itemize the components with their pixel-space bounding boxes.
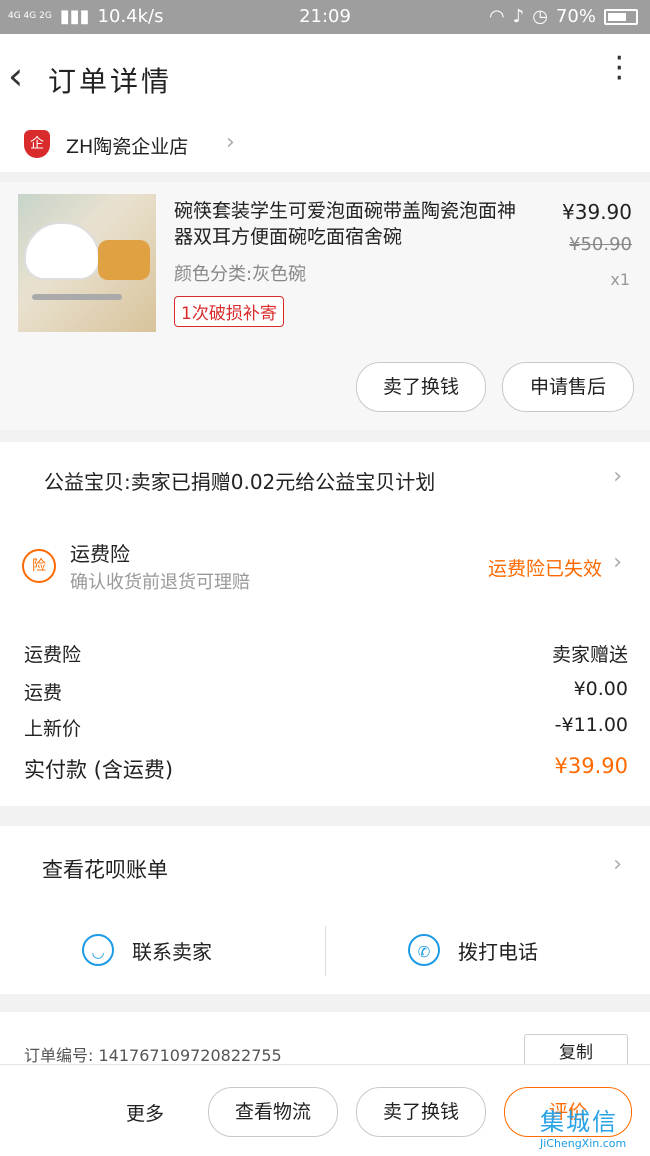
insurance-status: 运费险已失效: [487, 558, 602, 580]
insurance-subtitle: 确认收货前退货可理赔: [70, 572, 250, 593]
shop-logo-icon: 企: [24, 130, 50, 158]
fee-label: 运费险: [24, 644, 82, 666]
page-title: 订单详情: [48, 65, 173, 98]
fee-label: 上新价: [24, 718, 82, 740]
total-value: ¥39.90: [554, 754, 628, 778]
insurance-icon: 险: [22, 549, 56, 583]
fee-value: 卖家赠送: [551, 644, 628, 666]
product-card[interactable]: 碗筷套装学生可爱泡面碗带盖陶瓷泡面神器双耳方便面碗吃面宿舍碗 ¥39.90 ¥5…: [0, 182, 650, 430]
after-sales-button[interactable]: 申请售后: [502, 362, 634, 412]
product-sku: 颜色分类:灰色碗: [174, 264, 307, 285]
charity-text: 公益宝贝:卖家已捐赠0.02元给公益宝贝计划: [44, 470, 436, 494]
huabei-bill-row[interactable]: 查看花呗账单 ›: [0, 826, 650, 908]
resell-button[interactable]: 卖了换钱: [356, 362, 486, 412]
alarm-icon: ◷: [532, 6, 548, 27]
product-original-price: ¥50.90: [569, 234, 632, 255]
shop-row[interactable]: 企 ZH陶瓷企业店 ›: [0, 118, 650, 172]
battery-icon: [604, 8, 638, 25]
chevron-right-icon: ›: [613, 464, 622, 489]
app-header: ‹ 订单详情 · · ·: [0, 34, 650, 119]
contact-seller-label: 联系卖家: [132, 939, 212, 964]
service-tag: 1次破损补寄: [174, 296, 284, 327]
status-bar: 4G 4G 2G ▮▮▮ 10.4k/s 21:09 ◠ ♪ ◷ 70%: [0, 0, 650, 34]
total-label: 实付款 (含运费): [24, 758, 174, 782]
more-button[interactable]: 更多: [126, 1099, 164, 1126]
huabei-text: 查看花呗账单: [42, 858, 168, 882]
total-row: 实付款 (含运费) ¥39.90: [24, 754, 628, 784]
headset-icon: ◠: [489, 6, 505, 27]
order-number-label: 订单编号:: [24, 1046, 94, 1065]
chat-icon: ◡: [82, 934, 114, 966]
order-number: 订单编号: 141767109720822755: [24, 1042, 282, 1066]
back-arrow-icon[interactable]: ‹: [8, 54, 23, 98]
fee-row: 运费险 卖家赠送: [24, 640, 628, 667]
watermark: 集城信 JiChengXin.com: [540, 1102, 640, 1150]
call-label: 拨打电话: [458, 939, 538, 964]
fee-row: 上新价 -¥11.00: [24, 714, 628, 741]
fee-summary: 运费险 卖家赠送 运费 ¥0.00 上新价 -¥11.00 实付款 (含运费) …: [0, 612, 650, 806]
battery-percent: 70%: [555, 6, 596, 27]
divider: [325, 926, 326, 976]
order-number-row: 订单编号: 141767109720822755 复制: [0, 1012, 650, 1072]
watermark-brand: 集城信: [540, 1108, 618, 1136]
product-title: 碗筷套装学生可爱泡面碗带盖陶瓷泡面神器双耳方便面碗吃面宿舍碗: [174, 200, 517, 248]
view-logistics-button[interactable]: 查看物流: [208, 1087, 338, 1137]
fee-row: 运费 ¥0.00: [24, 678, 628, 705]
chevron-right-icon: ›: [613, 852, 622, 877]
mute-icon: ♪: [512, 6, 525, 27]
resell-button[interactable]: 卖了换钱: [356, 1087, 486, 1137]
insurance-title: 运费险: [70, 542, 130, 566]
product-quantity: x1: [610, 270, 630, 289]
fee-value: -¥11.00: [554, 714, 628, 736]
more-options-icon[interactable]: · · ·: [614, 44, 624, 94]
shipping-insurance-row[interactable]: 险 运费险 确认收货前退货可理赔 运费险已失效 ›: [0, 516, 650, 612]
watermark-site: JiChengXin.com: [540, 1137, 627, 1150]
order-number-value: 141767109720822755: [98, 1046, 282, 1065]
charity-row[interactable]: 公益宝贝:卖家已捐赠0.02元给公益宝贝计划 ›: [0, 442, 650, 516]
fee-value: ¥0.00: [573, 678, 628, 700]
product-image[interactable]: [18, 194, 156, 332]
contact-row: ◡ 联系卖家 ✆ 拨打电话: [0, 908, 650, 994]
product-price: ¥39.90: [562, 200, 632, 224]
contact-seller-button[interactable]: ◡ 联系卖家: [82, 930, 212, 970]
phone-icon: ✆: [408, 934, 440, 966]
chevron-right-icon: ›: [613, 550, 622, 575]
call-button[interactable]: ✆ 拨打电话: [408, 930, 538, 970]
fee-label: 运费: [24, 682, 63, 704]
chevron-right-icon: ›: [226, 130, 235, 155]
shop-name: ZH陶瓷企业店: [66, 136, 189, 158]
